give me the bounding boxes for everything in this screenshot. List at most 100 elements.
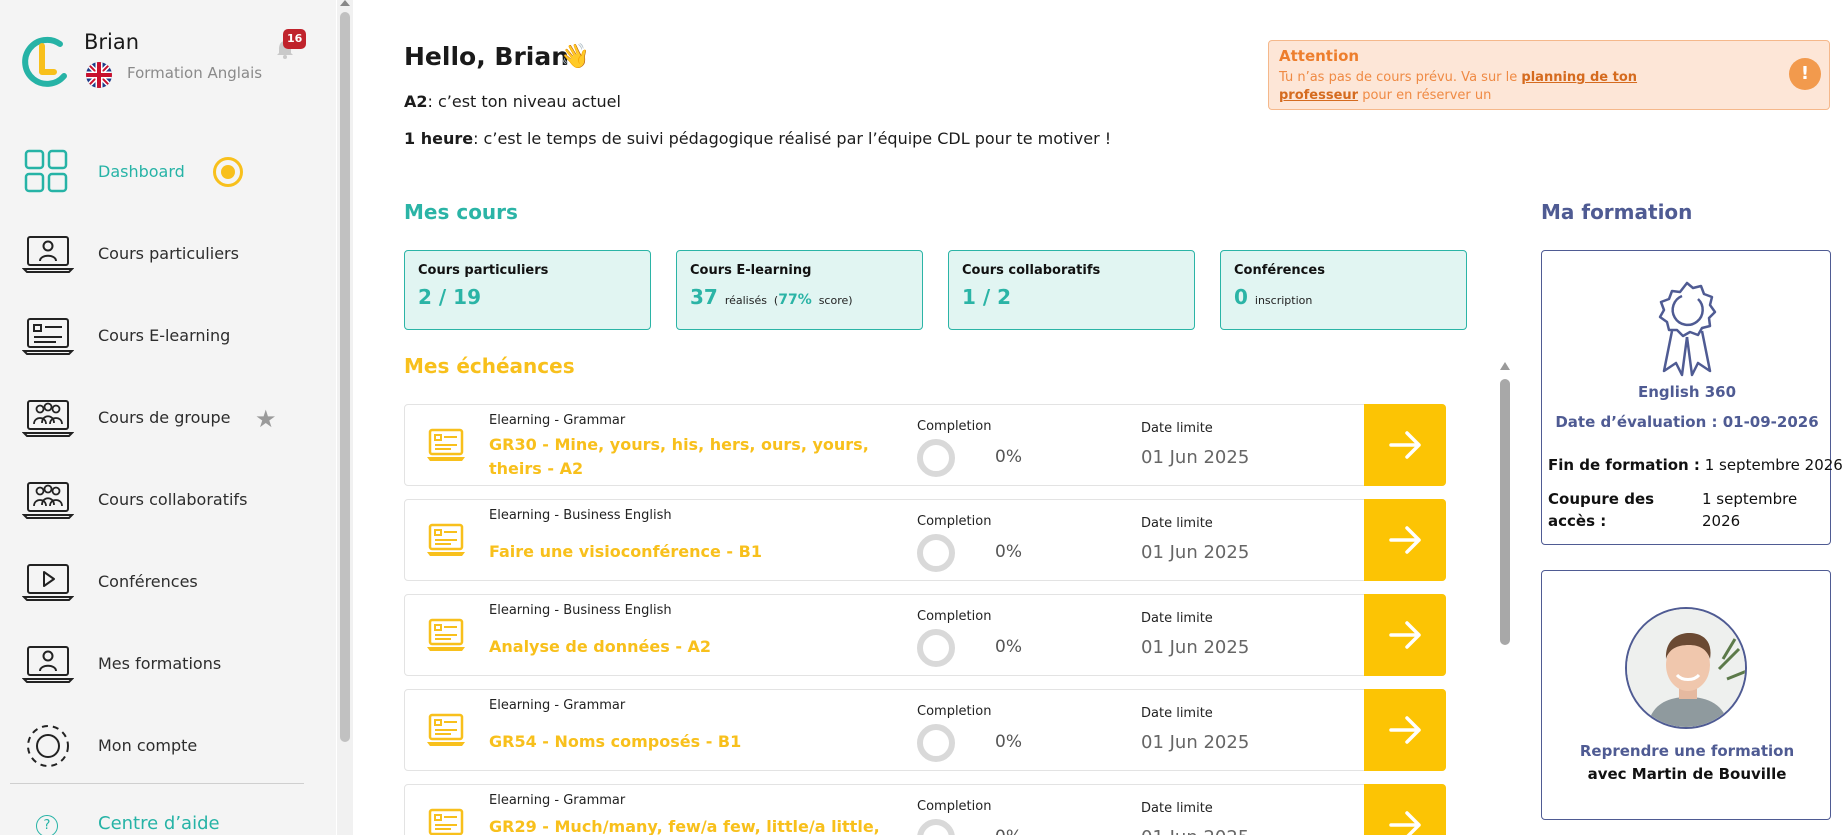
completion-value: 0% (995, 827, 1022, 835)
open-course-button[interactable] (1364, 784, 1446, 835)
open-course-button[interactable] (1364, 689, 1446, 771)
sidebar-item-mon-compte[interactable]: Mon compte (0, 714, 336, 780)
open-course-button[interactable] (1364, 594, 1446, 676)
sidebar-item-cours-elearning[interactable]: Cours E-learning (0, 304, 336, 370)
time-value: 1 heure (404, 129, 474, 148)
sidebar-item-cours-particuliers[interactable]: Cours particuliers (0, 222, 336, 288)
elearning-icon (427, 713, 465, 746)
fin-formation-value: 1 septembre 2026 (1704, 456, 1843, 474)
deadline-category: Elearning - Grammar (489, 413, 626, 428)
coupure-acces-value: 1 septembre 2026 (1702, 490, 1798, 530)
sidebar-item-centre-aide[interactable]: ? Centre d’aide (0, 806, 336, 835)
laptop-group-icon (22, 400, 74, 437)
section-title-mes-cours: Mes cours (404, 200, 518, 224)
notification-badge: 16 (283, 29, 307, 49)
sidebar-item-label: Dashboard (98, 162, 185, 181)
fin-formation-row: Fin de formation : 1 septembre 2026 (1548, 456, 1843, 474)
formation-name: English 360 (1637, 383, 1737, 401)
deadline-title[interactable]: Analyse de données - A2 (489, 635, 909, 659)
time-info: 1 heure: c’est le temps de suivi pédagog… (404, 129, 1111, 148)
resume-title: Reprendre une formation (1579, 742, 1795, 760)
completion-label: Completion (917, 609, 992, 624)
sidebar-item-mes-formations[interactable]: Mes formations (0, 632, 336, 698)
scrollbar-thumb[interactable] (340, 12, 350, 742)
stat-unit: réalisés (724, 294, 767, 307)
deadline-title[interactable]: Faire une visioconférence - B1 (489, 540, 909, 564)
deadline-item: Elearning - Grammar GR30 - Mine, yours, … (404, 404, 1446, 486)
arrow-right-icon (1389, 621, 1421, 649)
sidebar-item-label: Cours E-learning (98, 326, 231, 345)
stat-score-label: score (818, 294, 849, 307)
app-logo (22, 36, 67, 87)
star-icon: ★ (255, 405, 277, 433)
stat-card-conferences[interactable]: Conférences 0 inscription (1220, 250, 1467, 330)
formation-language: Formation Anglais (127, 64, 263, 82)
alert-text: Tu n’as pas de cours prévu. Va sur le pl… (1279, 69, 1719, 105)
stat-title: Conférences (1234, 263, 1325, 278)
sidebar-item-conferences[interactable]: Conférences (0, 550, 336, 616)
deadline-title[interactable]: GR30 - Mine, yours, his, hers, ours, you… (489, 433, 909, 481)
deadline-item: Elearning - Grammar GR54 - Noms composés… (404, 689, 1446, 771)
alert-text-after: pour en réserver un (1358, 88, 1492, 103)
date-limite-label: Date limite (1141, 801, 1213, 816)
sidebar-item-cours-collaboratifs[interactable]: Cours collaboratifs (0, 468, 336, 534)
resume-formation-card[interactable]: Reprendre une formation avec Martin de B… (1541, 570, 1831, 820)
date-limite-label: Date limite (1141, 516, 1213, 531)
date-limite-value: 01 Jun 2025 (1141, 827, 1249, 835)
elearning-icon (427, 428, 465, 461)
teacher-photo (1627, 609, 1745, 727)
formation-card[interactable]: English 360 Date d’évaluation : 01-09-20… (1541, 250, 1843, 545)
stat-paren-close: ) (848, 294, 853, 307)
deadlines-list: Elearning - Grammar GR30 - Mine, yours, … (404, 404, 1446, 835)
sidebar-divider (10, 783, 304, 784)
deadline-title[interactable]: GR29 - Much/many, few/a few, little/a li… (489, 815, 909, 835)
sidebar-scrollbar[interactable] (337, 0, 353, 835)
completion-ring (917, 534, 955, 572)
sidebar-item-cours-groupe[interactable]: Cours de groupe ★ (0, 386, 336, 452)
award-ribbon-icon (1658, 281, 1717, 377)
deadline-category: Elearning - Business English (489, 508, 672, 523)
open-course-button[interactable] (1364, 499, 1446, 581)
user-name: Brian (84, 30, 140, 54)
stat-card-cours-collaboratifs[interactable]: Cours collaboratifs 1 / 2 (948, 250, 1195, 330)
laptop-play-icon (22, 564, 74, 601)
help-icon: ? (36, 815, 58, 835)
completion-ring (917, 724, 955, 762)
arrow-right-icon (1389, 716, 1421, 744)
stat-card-cours-particuliers[interactable]: Cours particuliers 2 / 19 (404, 250, 651, 330)
user-profile[interactable]: Brian Formation Anglais 16 (20, 28, 320, 98)
scrollbar-thumb[interactable] (1500, 379, 1510, 645)
stat-card-cours-elearning[interactable]: Cours E-learning 37 réalisés (77% score) (676, 250, 923, 330)
evaluation-date: Date d’évaluation : 01-09-2026 (1555, 413, 1819, 431)
date-limite-value: 01 Jun 2025 (1141, 447, 1250, 468)
stat-title: Cours collaboratifs (962, 263, 1101, 278)
elearning-icon (427, 523, 465, 556)
laptop-list-icon (22, 318, 74, 355)
stat-value-group: 0 inscription (1234, 285, 1312, 309)
open-course-button[interactable] (1364, 404, 1446, 486)
date-limite-value: 01 Jun 2025 (1141, 732, 1250, 753)
date-limite-label: Date limite (1141, 611, 1213, 626)
teacher-avatar (1625, 607, 1747, 729)
scroll-up-arrow[interactable] (340, 0, 350, 6)
completion-value: 0% (995, 447, 1022, 467)
scroll-up-arrow[interactable] (1500, 362, 1510, 370)
deadline-title[interactable]: GR54 - Noms composés - B1 (489, 730, 909, 754)
date-limite-label: Date limite (1141, 706, 1213, 721)
deadlines-scrollbar[interactable] (1500, 362, 1510, 835)
section-title-mes-echeances: Mes échéances (404, 354, 575, 378)
alert-text-before: Tu n’as pas de cours prévu. Va sur le (1279, 70, 1522, 85)
alert-title: Attention (1279, 47, 1360, 65)
dashboard-grid-icon (24, 149, 68, 193)
completion-label: Completion (917, 514, 992, 529)
sidebar-item-label: Mes formations (98, 654, 222, 673)
completion-label: Completion (917, 799, 992, 814)
laptop-person-icon (22, 646, 74, 683)
deadline-category: Elearning - Grammar (489, 793, 626, 808)
level-info: A2: c’est ton niveau actuel (404, 92, 621, 111)
deadline-item: Elearning - Grammar GR29 - Much/many, fe… (404, 784, 1446, 835)
sidebar-item-dashboard[interactable]: Dashboard (0, 140, 336, 206)
date-limite-value: 01 Jun 2025 (1141, 637, 1250, 658)
completion-label: Completion (917, 704, 992, 719)
stat-value: 37 (690, 285, 718, 309)
